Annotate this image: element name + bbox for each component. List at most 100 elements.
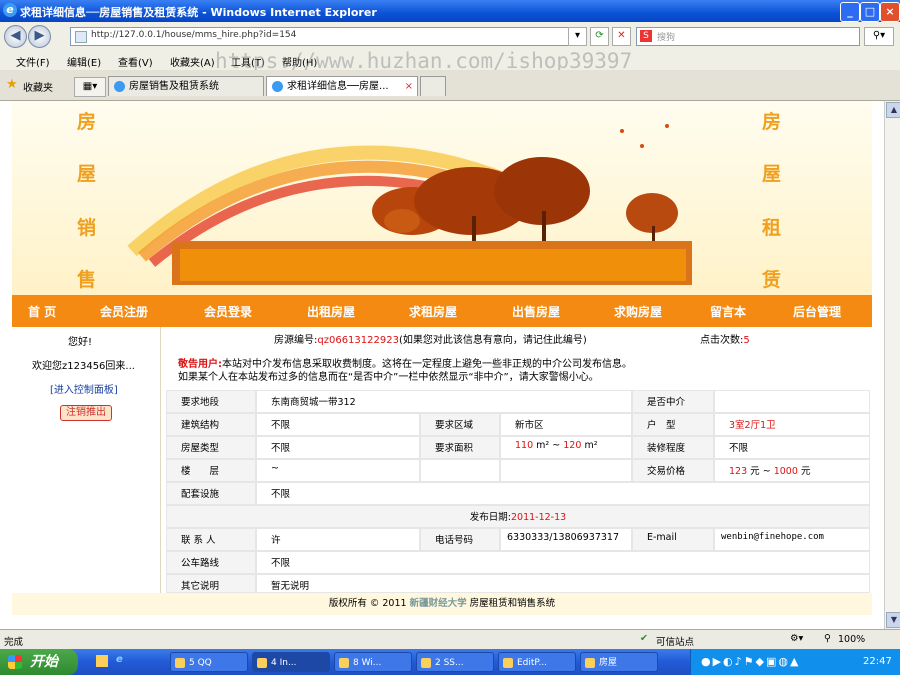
- notice: 敬告用户:本站对中介发布信息采取收费制度。这将在一定程度上避免一些非正规的中介公…: [178, 358, 632, 384]
- banner-left-char-3: 销: [77, 217, 97, 239]
- banner-left-char-1: 房: [77, 111, 97, 133]
- tab-detail[interactable]: 求租详细信息──房屋... ×: [266, 76, 418, 96]
- nav-admin[interactable]: 后台管理: [793, 303, 841, 320]
- nav-sell[interactable]: 出售房屋: [512, 303, 560, 320]
- ie-tab-icon: [114, 81, 125, 92]
- scroll-down-icon[interactable]: ▼: [886, 612, 900, 628]
- tab-close-icon[interactable]: ×: [405, 77, 413, 97]
- label-price: 交易价格: [632, 459, 714, 482]
- favorites-button[interactable]: 收藏夹: [23, 79, 53, 94]
- stop-icon[interactable]: ✕: [612, 27, 631, 46]
- publish-date: 2011-12-13: [510, 512, 567, 523]
- nav-rent-out[interactable]: 出租房屋: [307, 303, 355, 320]
- nav-guestbook[interactable]: 留言本: [710, 303, 746, 320]
- zone-text: 可信站点: [656, 637, 695, 648]
- tab-list-icon[interactable]: ▦▾: [74, 77, 106, 97]
- value-bus: 不限: [256, 551, 870, 574]
- search-input[interactable]: S 搜狗: [636, 27, 860, 46]
- task-ss[interactable]: 2 SS...: [416, 652, 494, 672]
- dropdown-icon[interactable]: ▾: [568, 27, 587, 46]
- minimize-icon[interactable]: _: [840, 2, 860, 22]
- logout-button[interactable]: 注销推出: [60, 405, 112, 421]
- value-facility: 不限: [256, 482, 870, 505]
- value-size: 110 m² ~ 120 m²: [500, 436, 632, 459]
- back-icon[interactable]: ◀: [4, 25, 27, 48]
- footer-school: 新疆财经大学: [409, 598, 467, 609]
- value-email: wenbin@finehope.com: [714, 528, 870, 551]
- menu-favorites[interactable]: 收藏夹(A): [170, 54, 215, 69]
- ie-logo-icon: e: [3, 3, 17, 17]
- value-structure: 不限: [256, 413, 420, 436]
- value-contact: 许: [256, 528, 420, 551]
- task-explorer[interactable]: 8 Wi...: [334, 652, 412, 672]
- zoom-icon: ⚲: [824, 633, 831, 644]
- control-panel-link[interactable]: [进入控制面板]: [50, 381, 118, 396]
- banner: 房 屋 销 售 房 屋 租 赁: [12, 101, 872, 295]
- nav-login[interactable]: 会员登录: [204, 303, 252, 320]
- star-icon: ★: [6, 77, 18, 92]
- banner-right-char-2: 屋: [762, 163, 782, 185]
- task-ie[interactable]: 4 In...: [252, 652, 330, 672]
- value-layout: 3室2厅1卫: [714, 413, 870, 436]
- address-text: http://127.0.0.1/house/mms_hire.php?id=1…: [91, 30, 297, 40]
- page-icon: [75, 31, 87, 43]
- label-bus: 公车路线: [166, 551, 256, 574]
- sidebar: 您好! 欢迎您z123456回来... [进入控制面板] 注销推出: [12, 327, 161, 593]
- label-region: 要求区域: [420, 413, 500, 436]
- task-house[interactable]: 房屋: [580, 652, 658, 672]
- start-button[interactable]: 开始: [0, 649, 78, 675]
- label-location: 要求地段: [166, 390, 256, 413]
- label-phone: 电话号码: [420, 528, 500, 551]
- forward-icon[interactable]: ▶: [28, 25, 51, 48]
- menu-edit[interactable]: 编辑(E): [67, 54, 101, 69]
- source-row: 房源编号:qz06613122923(如果您对此该信息有意向，请记住此编号): [274, 335, 587, 346]
- site-nav: 首 页 会员注册 会员登录 出租房屋 求租房屋 出售房屋 求购房屋 留言本 后台…: [12, 295, 872, 327]
- search-go-icon[interactable]: ⚲▾: [864, 27, 894, 46]
- banner-right-char-3: 租: [762, 217, 782, 239]
- protected-mode-icon[interactable]: ⚙▾: [790, 633, 803, 644]
- maximize-icon[interactable]: □: [860, 2, 880, 22]
- refresh-icon[interactable]: ⟳: [590, 27, 609, 46]
- greeting: 您好!: [68, 337, 93, 348]
- tray-icons[interactable]: ●▶◐♪⚑◆▣◍▲: [701, 655, 800, 668]
- label-layout: 户 型: [632, 413, 714, 436]
- vertical-scrollbar[interactable]: ▲ ▼: [884, 101, 900, 629]
- task-qq[interactable]: 5 QQ: [170, 652, 248, 672]
- nav-register[interactable]: 会员注册: [100, 303, 148, 320]
- value-price: 123 元 ~ 1000 元: [714, 459, 870, 482]
- new-tab-button[interactable]: [420, 76, 446, 96]
- check-icon: ✔: [640, 633, 648, 644]
- menu-file[interactable]: 文件(F): [16, 54, 50, 69]
- address-input[interactable]: http://127.0.0.1/house/mms_hire.php?id=1…: [70, 27, 584, 46]
- nav-home[interactable]: 首 页: [28, 303, 56, 320]
- window-title-bar[interactable]: e 求租详细信息──房屋销售及租赁系统 - Windows Internet E…: [0, 0, 900, 22]
- task-editplus[interactable]: EditP...: [498, 652, 576, 672]
- tab-bar: ★ 收藏夹 ▦▾ 房屋销售及租赁系统 求租详细信息──房屋... ×: [0, 70, 900, 101]
- scroll-up-icon[interactable]: ▲: [886, 102, 900, 118]
- menu-view[interactable]: 查看(V): [118, 54, 153, 69]
- page-viewport: 房 屋 销 售 房 屋 租 赁 首 页 会员注册 会员登录 出租房屋 求租房屋 …: [0, 101, 884, 629]
- zoom-level[interactable]: 100%: [838, 634, 865, 645]
- value-region: 新市区: [500, 413, 632, 436]
- tab-home[interactable]: 房屋销售及租赁系统: [108, 76, 264, 96]
- close-icon[interactable]: ×: [880, 2, 900, 22]
- label-other: 其它说明: [166, 574, 256, 593]
- folder-icon[interactable]: [96, 655, 108, 667]
- banner-illustration: [12, 101, 872, 295]
- value-other: 暂无说明: [256, 574, 870, 593]
- ie-quick-launch-icon[interactable]: e: [116, 654, 123, 665]
- taskbar: 开始 e 5 QQ 4 In... 8 Wi... 2 SS... EditP.…: [0, 649, 900, 675]
- label-contact: 联 系 人: [166, 528, 256, 551]
- nav-buy[interactable]: 求购房屋: [614, 303, 662, 320]
- label-type: 房屋类型: [166, 436, 256, 459]
- search-placeholder: 搜狗: [657, 33, 676, 43]
- notice-line-2: 如果某个人在本站发布过多的信息而在“是否中介”一栏中依然显示“非中介”，请大家警…: [178, 372, 599, 383]
- value-decor: 不限: [714, 436, 870, 459]
- welcome-text: 欢迎您z123456回来...: [32, 361, 135, 372]
- ie-tab-icon: [272, 81, 283, 92]
- value-type: 不限: [256, 436, 420, 459]
- nav-seek-rent[interactable]: 求租房屋: [409, 303, 457, 320]
- system-tray: ●▶◐♪⚑◆▣◍▲ 22:47: [690, 649, 900, 675]
- label-structure: 建筑结构: [166, 413, 256, 436]
- banner-left-char-2: 屋: [77, 163, 97, 185]
